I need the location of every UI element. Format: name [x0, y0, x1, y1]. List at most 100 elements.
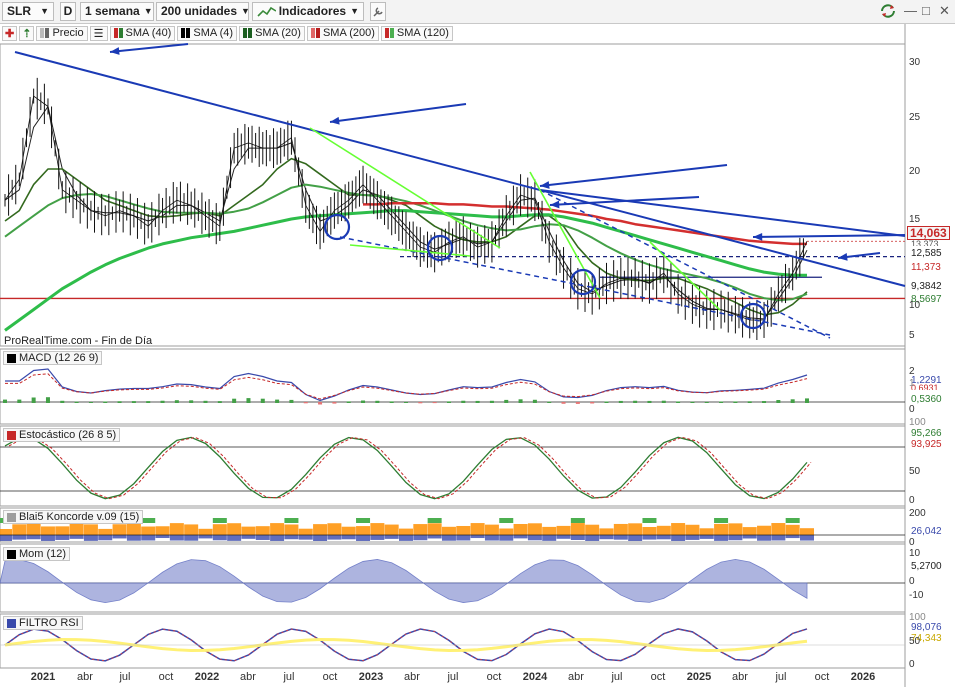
x-tick: oct — [650, 671, 666, 683]
koncorde-bar — [570, 518, 585, 523]
legend-precio[interactable]: Precio — [36, 25, 88, 41]
refresh-icon[interactable] — [878, 3, 898, 23]
indicators-icon — [257, 6, 276, 17]
koncorde-bar — [112, 524, 127, 535]
legend-label: SMA (20) — [255, 27, 301, 39]
macd-histogram-bar — [418, 402, 423, 404]
hidden-price-tag: 13,373 — [909, 240, 941, 246]
legend-label: SMA (40) — [125, 27, 172, 39]
macd-histogram-bar — [289, 399, 294, 403]
panel-title: FILTRO RSI — [19, 617, 79, 629]
koncorde-label[interactable]: Blai5 Koncorde v.09 (15) — [3, 510, 144, 524]
koncorde-bar — [527, 535, 542, 541]
macd-histogram-bar — [647, 400, 652, 403]
macd-histogram-bar — [346, 401, 351, 403]
x-tick: 2023 — [358, 671, 384, 683]
units-selector[interactable]: 200 unidades ▼ — [156, 2, 250, 21]
x-tick: abr — [404, 671, 420, 683]
koncorde-bar — [642, 526, 657, 535]
koncorde-bar — [155, 526, 170, 535]
y-tick: 0 — [909, 495, 915, 506]
minimize-icon[interactable]: — — [904, 3, 917, 19]
koncorde-bar — [356, 518, 371, 523]
macd-histogram-bar — [633, 400, 638, 403]
macd-histogram-bar — [303, 402, 308, 404]
x-tick: jul — [611, 671, 623, 683]
macd-histogram-bar — [275, 399, 280, 403]
mom-label[interactable]: Mom (12) — [3, 547, 71, 561]
timeframe-label: 1 semana — [85, 4, 140, 18]
swatch-icon — [310, 28, 315, 38]
koncorde-bar — [771, 523, 786, 535]
stoch-d-line — [8, 436, 812, 500]
koncorde-bar — [241, 526, 256, 535]
macd-histogram-bar — [762, 401, 767, 403]
settings-button[interactable] — [370, 2, 386, 21]
koncorde-bar — [714, 535, 729, 541]
legend-sma120[interactable]: SMA (120) — [380, 25, 453, 41]
koncorde-bar — [212, 535, 227, 541]
timeframe-selector[interactable]: 1 semana ▼ — [80, 2, 154, 21]
koncorde-bar — [399, 528, 413, 535]
symbol-selector[interactable]: SLR ▼ — [2, 2, 54, 21]
koncorde-bar — [83, 524, 98, 535]
swatch-icon — [45, 28, 50, 38]
koncorde-bar — [656, 525, 671, 535]
indicators-button[interactable]: Indicadores ▼ — [252, 2, 364, 21]
koncorde-bar — [628, 535, 643, 541]
list-icon: ☰ — [93, 27, 104, 40]
maximize-icon[interactable]: □ — [922, 3, 930, 19]
macd-histogram-bar — [561, 402, 566, 404]
stoch-label[interactable]: Estocástico (26 8 5) — [3, 428, 121, 442]
koncorde-bar — [699, 535, 714, 539]
legend-menu[interactable]: ☰ — [89, 25, 108, 41]
y-tick: 0 — [909, 537, 915, 548]
macd-histogram-bar — [232, 398, 237, 403]
y-tick: 30 — [909, 57, 921, 68]
koncorde-bar — [785, 535, 800, 539]
macd-histogram-bar — [189, 400, 194, 403]
macd-histogram-bar — [532, 399, 537, 403]
macd-histogram-bar — [575, 402, 580, 404]
koncorde-bar — [198, 528, 213, 535]
koncorde-bar — [298, 528, 313, 535]
level-tag-3: 9,3842 — [909, 281, 944, 293]
chevron-down-icon: ▼ — [40, 6, 49, 16]
koncorde-bar — [470, 523, 485, 535]
rsi-label[interactable]: FILTRO RSI — [3, 616, 83, 630]
macd-histogram-bar — [747, 401, 752, 403]
koncorde-bar — [384, 524, 399, 535]
panel-title: Blai5 Koncorde v.09 (15) — [19, 511, 140, 523]
legend-sma4[interactable]: SMA (4) — [177, 25, 238, 41]
macd-label[interactable]: MACD (12 26 9) — [3, 351, 103, 365]
swatch-icon — [40, 28, 45, 38]
koncorde-bar — [728, 523, 743, 535]
highlight-circle — [323, 213, 351, 241]
koncorde-bar — [556, 535, 571, 539]
swatch-icon — [186, 28, 191, 38]
legend-sma200[interactable]: SMA (200) — [306, 25, 379, 41]
koncorde-bar — [585, 535, 600, 541]
close-icon[interactable]: ✕ — [939, 3, 950, 19]
x-tick: oct — [158, 671, 174, 683]
legend-sma20[interactable]: SMA (20) — [239, 25, 305, 41]
y-tick: 10 — [909, 548, 921, 559]
macd-histogram-bar — [332, 402, 337, 404]
koncorde-bar — [441, 535, 456, 541]
expand-button[interactable]: ⇡ — [19, 25, 35, 41]
koncorde-bar — [441, 526, 456, 535]
koncorde-bar — [699, 528, 714, 535]
d-button[interactable]: D — [60, 2, 76, 21]
koncorde-bar — [599, 528, 614, 535]
legend-label: SMA (200) — [322, 27, 375, 39]
macd-histogram-bar — [690, 401, 695, 403]
y-tick: 0 — [909, 404, 915, 415]
koncorde-bar — [370, 535, 385, 540]
koncorde-bar — [513, 535, 528, 539]
add-indicator-button[interactable]: ✚ — [2, 25, 18, 41]
koncorde-bar — [98, 535, 113, 541]
y-tick: 1 — [909, 378, 915, 389]
legend-sma40[interactable]: SMA (40) — [109, 25, 176, 41]
y-tick: 0 — [909, 576, 915, 587]
koncorde-bar — [227, 523, 242, 535]
